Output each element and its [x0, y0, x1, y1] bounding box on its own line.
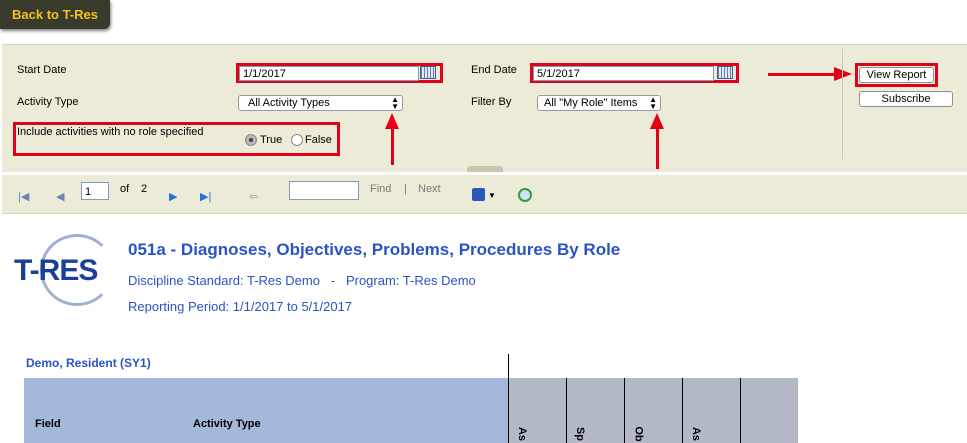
activity-type-select[interactable]: All Activity Types ▲ ▼: [238, 95, 403, 111]
back-to-parent-icon[interactable]: ⇦: [249, 190, 258, 203]
rotated-header-4: As: [682, 378, 741, 443]
find-link[interactable]: Find: [370, 183, 391, 195]
select-arrows-icon: ▲ ▼: [391, 95, 399, 111]
of-label: of: [120, 183, 130, 195]
tres-logo: T-RES: [14, 234, 114, 309]
start-date-label: Start Date: [17, 64, 67, 76]
report-toolbar: |◀ ◀ 1 of 2 ▶ ▶| ⇦ Find | Next ▼: [2, 175, 967, 213]
panel-divider: [842, 49, 843, 159]
column-field: Field: [35, 418, 61, 430]
report-title: 051a - Diagnoses, Objectives, Problems, …: [128, 240, 621, 259]
toolbar-separator: |: [404, 183, 407, 195]
red-arrow-activity: [391, 129, 394, 165]
activity-type-value: All Activity Types: [248, 97, 330, 109]
activity-type-label: Activity Type: [17, 96, 79, 108]
red-arrowhead-filter: [650, 113, 664, 129]
back-to-tres-button[interactable]: Back to T-Res: [0, 0, 110, 29]
report-parameters-panel: Start Date 1/1/2017 End Date 5/1/2017 Ac…: [2, 44, 967, 172]
include-false-radio[interactable]: [291, 134, 303, 146]
table-divider: [508, 354, 509, 378]
export-save-icon[interactable]: [472, 188, 485, 201]
find-text-input[interactable]: [289, 181, 359, 200]
subscribe-button[interactable]: Subscribe: [859, 91, 953, 107]
end-date-calendar-icon[interactable]: [717, 66, 733, 79]
end-date-input[interactable]: 5/1/2017: [533, 66, 714, 81]
last-page-icon[interactable]: ▶|: [200, 190, 211, 203]
collapse-params-tab[interactable]: [467, 166, 503, 172]
red-arrowhead-activity: [385, 113, 399, 129]
next-page-icon[interactable]: ▶: [169, 190, 177, 203]
start-date-calendar-icon[interactable]: [420, 66, 436, 79]
rotated-header-3: Ob: [624, 378, 683, 443]
view-report-button[interactable]: View Report: [859, 67, 934, 83]
end-date-label: End Date: [471, 64, 517, 76]
include-true-label: True: [260, 134, 283, 146]
page-number-input[interactable]: 1: [81, 182, 109, 200]
resident-name: Demo, Resident (SY1): [26, 356, 151, 370]
rotated-header-5: [740, 378, 798, 443]
table-header: Field Activity Type: [24, 378, 509, 443]
include-true-radio[interactable]: [245, 134, 257, 146]
report-discipline: Discipline Standard: T-Res Demo - Progra…: [128, 273, 476, 288]
include-false-label: False: [305, 134, 332, 146]
previous-page-icon[interactable]: ◀: [56, 190, 64, 203]
report-period: Reporting Period: 1/1/2017 to 5/1/2017: [128, 299, 353, 314]
filter-by-select[interactable]: All "My Role" Items ▲ ▼: [537, 95, 661, 111]
page-total: 2: [141, 183, 148, 195]
next-link[interactable]: Next: [418, 183, 441, 195]
first-page-icon[interactable]: |◀: [18, 190, 29, 203]
rotated-header-2: Sp: [566, 378, 625, 443]
red-arrow-view-report: [768, 73, 836, 76]
refresh-icon[interactable]: [518, 188, 532, 202]
select-arrows-icon: ▲ ▼: [649, 95, 657, 111]
filter-by-label: Filter By: [471, 96, 512, 108]
include-no-role-label: Include activities with no role specifie…: [17, 126, 204, 138]
red-arrow-filter: [656, 129, 659, 169]
filter-by-value: All "My Role" Items: [544, 97, 638, 109]
column-activity-type: Activity Type: [193, 418, 261, 430]
start-date-input[interactable]: 1/1/2017: [239, 66, 419, 81]
rotated-header-1: As: [508, 378, 567, 443]
export-dropdown-icon[interactable]: ▼: [488, 191, 496, 200]
toolbar-bottom-border: [2, 213, 967, 214]
logo-text: T-RES: [14, 254, 98, 287]
red-arrowhead-view-report: [834, 67, 852, 81]
